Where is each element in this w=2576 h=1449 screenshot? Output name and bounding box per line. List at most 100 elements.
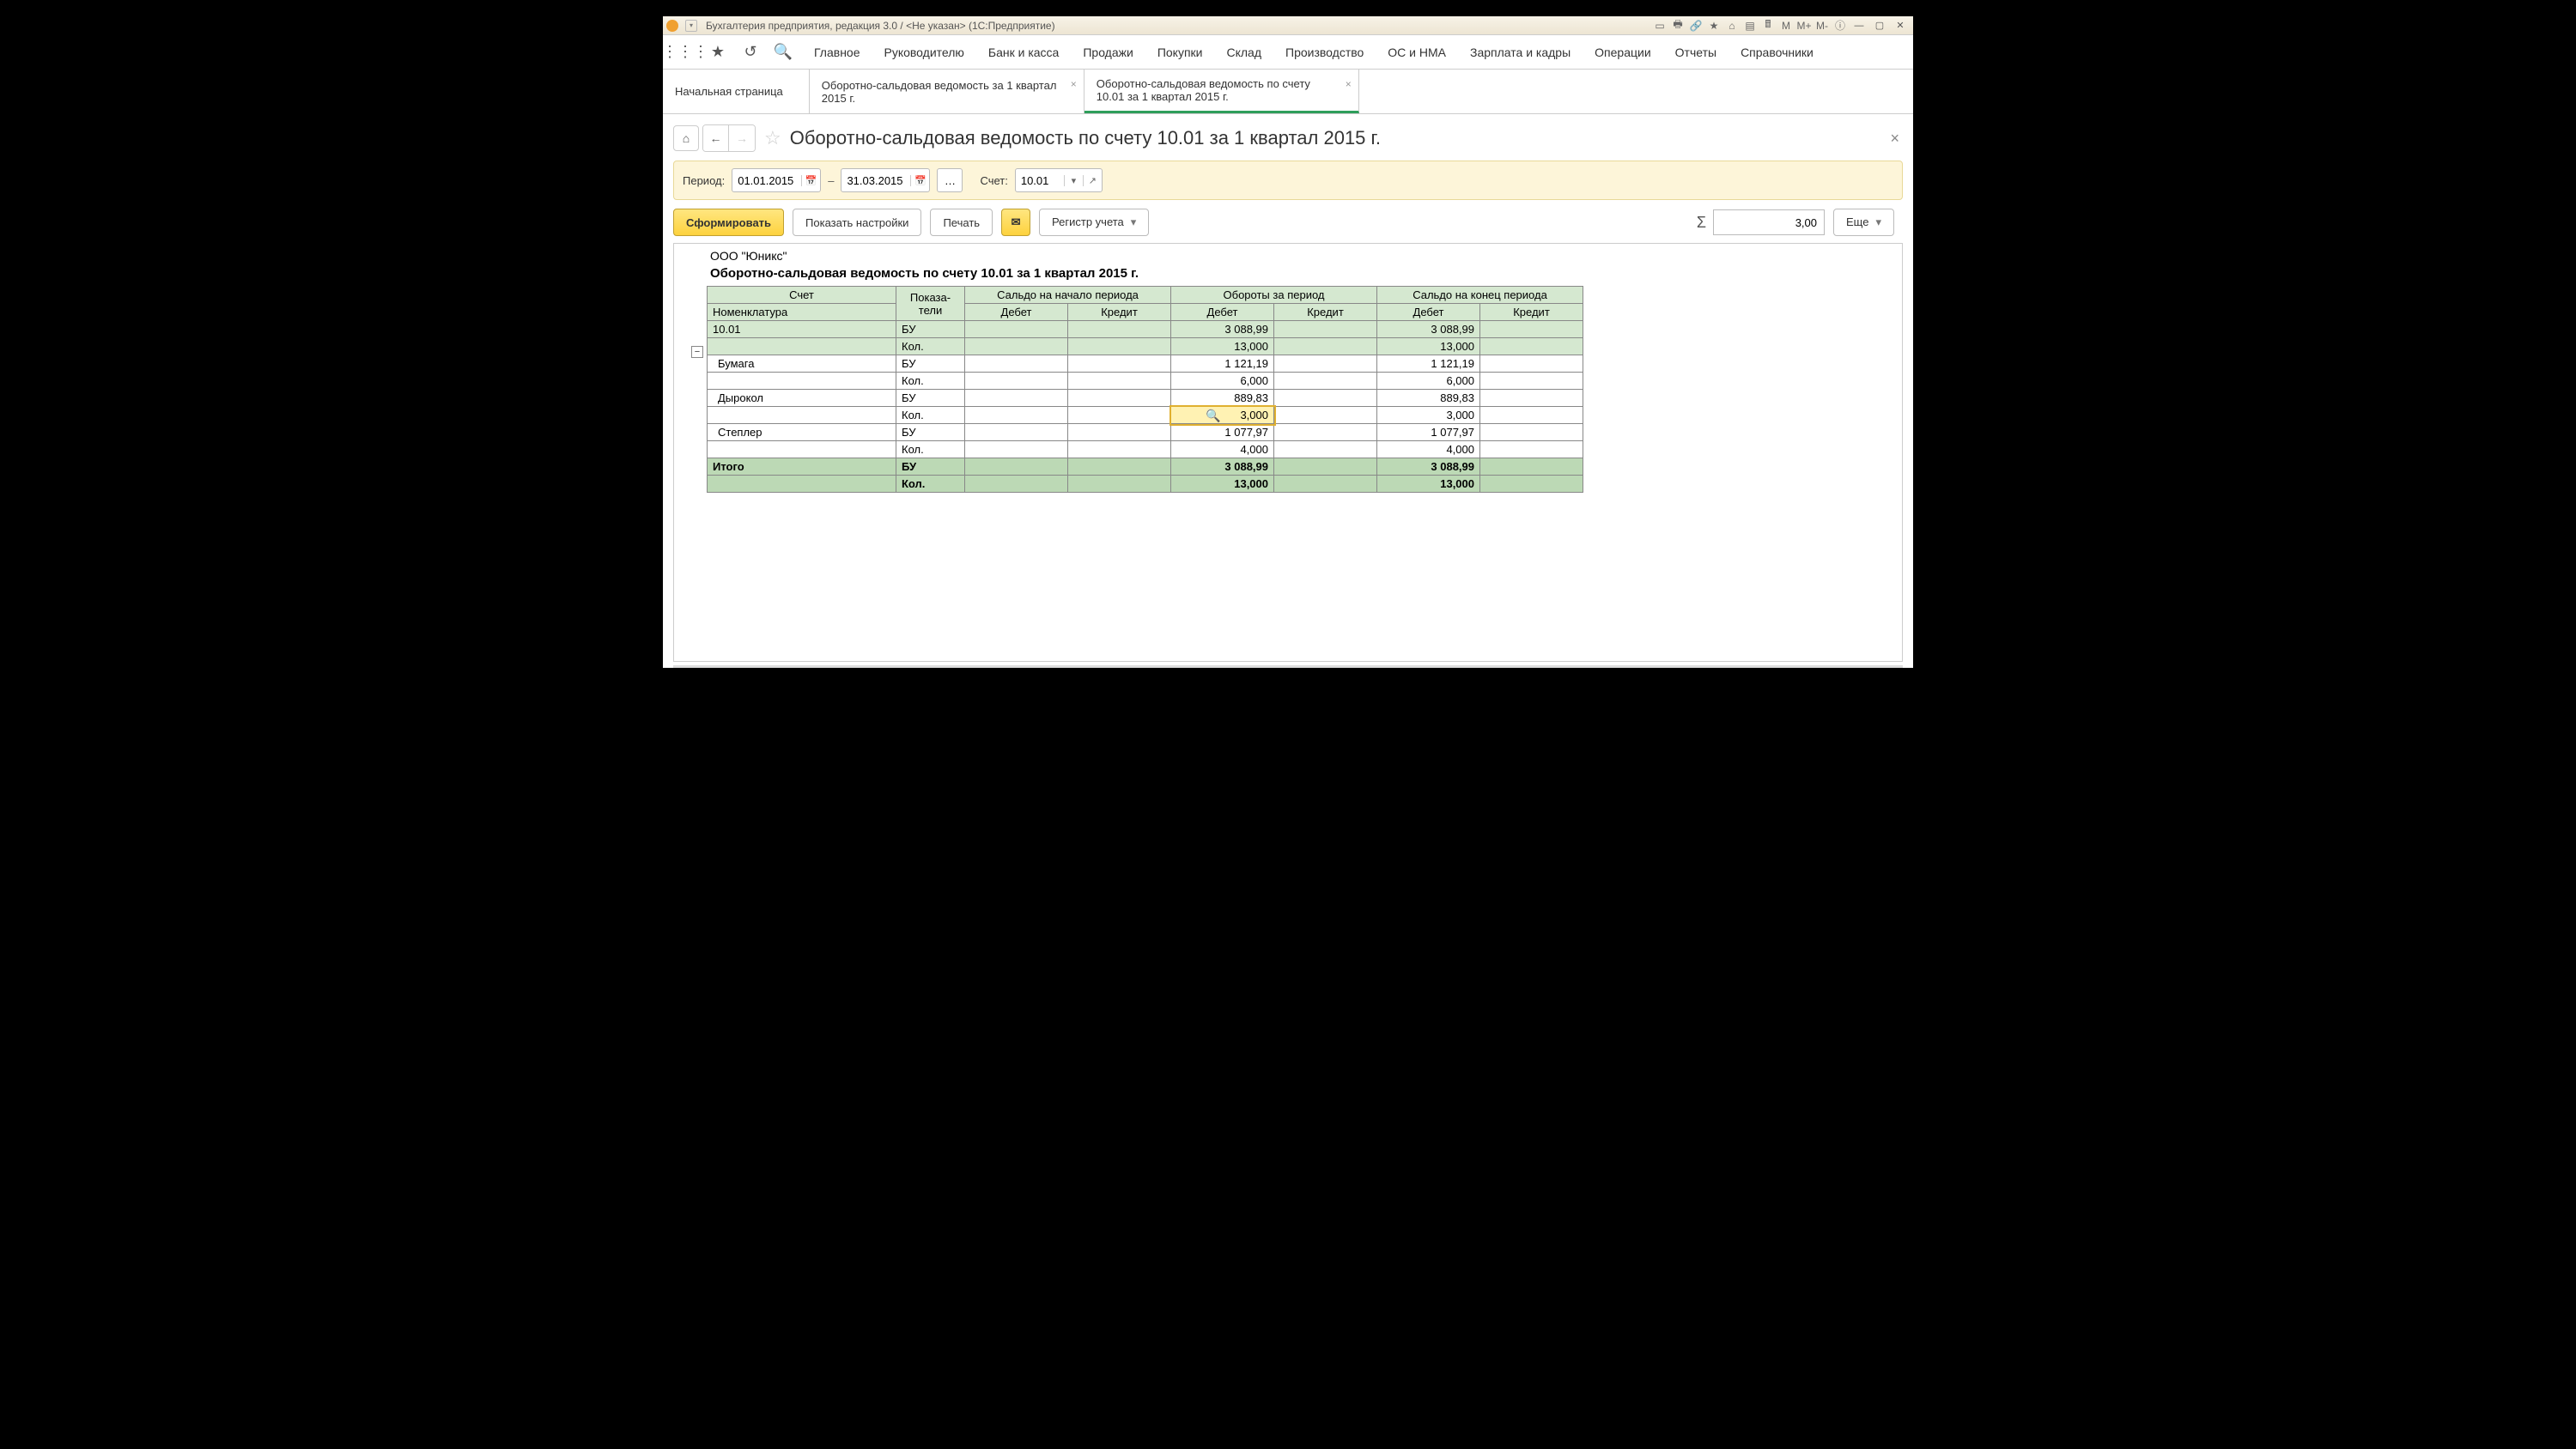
th-credit: Кредит bbox=[1274, 304, 1377, 321]
row-account-1001-qty[interactable]: Кол. 13,000 13,000 bbox=[708, 338, 1583, 355]
toolbar-icon-3[interactable]: 🔗 bbox=[1688, 19, 1704, 33]
forward-button[interactable]: → bbox=[729, 125, 755, 151]
app-menu-dropdown[interactable]: ▾ bbox=[685, 20, 697, 32]
th-end: Сальдо на конец периода bbox=[1377, 287, 1583, 304]
th-indicators: Показа- тели bbox=[896, 287, 965, 321]
minimize-button[interactable]: — bbox=[1850, 19, 1868, 33]
calendar-icon[interactable]: 📅 bbox=[801, 175, 820, 186]
row-dyrokol-qty[interactable]: Кол. 3,000🔍 3,000 bbox=[708, 407, 1583, 424]
nav-purchases[interactable]: Покупки bbox=[1145, 35, 1215, 70]
row-account-1001[interactable]: 10.01БУ 3 088,99 3 088,99 bbox=[708, 321, 1583, 338]
row-total[interactable]: ИтогоБУ 3 088,99 3 088,99 bbox=[708, 458, 1583, 476]
close-icon[interactable]: × bbox=[1071, 78, 1077, 90]
row-dyrokol[interactable]: ДыроколБУ 889,83 889,83 bbox=[708, 390, 1583, 407]
show-settings-button[interactable]: Показать настройки bbox=[793, 209, 921, 236]
row-stepler[interactable]: СтеплерБУ 1 077,97 1 077,97 bbox=[708, 424, 1583, 441]
row-bumaga-qty[interactable]: Кол. 6,000 6,000 bbox=[708, 373, 1583, 390]
toolbar-icon-5[interactable]: ⌂ bbox=[1724, 19, 1740, 33]
th-debit: Дебет bbox=[965, 304, 1068, 321]
th-nomenclature: Номенклатура bbox=[708, 304, 896, 321]
nav-assets[interactable]: ОС и НМА bbox=[1376, 35, 1458, 70]
toolbar-mplus[interactable]: М+ bbox=[1796, 19, 1812, 33]
nav-directories[interactable]: Справочники bbox=[1728, 35, 1826, 70]
favorite-icon[interactable]: ☆ bbox=[764, 127, 781, 149]
nav-sales[interactable]: Продажи bbox=[1071, 35, 1145, 70]
tab-report-2[interactable]: Оборотно-сальдовая ведомость по счету 10… bbox=[1084, 70, 1359, 113]
print-button[interactable]: Печать bbox=[930, 209, 993, 236]
period-bar: Период: 📅 – 📅 … Счет: ▾ ↗ bbox=[673, 161, 1903, 200]
th-debit: Дебет bbox=[1377, 304, 1480, 321]
close-icon[interactable]: × bbox=[1346, 78, 1352, 90]
sum-field[interactable] bbox=[1713, 209, 1825, 235]
tab-report-1[interactable]: Оборотно-сальдовая ведомость за 1 кварта… bbox=[810, 70, 1084, 113]
info-icon[interactable]: ⓘ bbox=[1832, 19, 1848, 33]
calendar-icon[interactable]: 📅 bbox=[910, 175, 929, 186]
th-debit: Дебет bbox=[1171, 304, 1274, 321]
nav-production[interactable]: Производство bbox=[1273, 35, 1376, 70]
close-window-button[interactable]: ✕ bbox=[1891, 19, 1910, 33]
drill-cursor-icon: 🔍 bbox=[1206, 409, 1220, 423]
title-bar: ▾ Бухгалтерия предприятия, редакция 3.0 … bbox=[663, 16, 1913, 35]
period-from-input[interactable] bbox=[732, 174, 801, 187]
app-icon bbox=[666, 20, 678, 32]
nav-operations[interactable]: Операции bbox=[1583, 35, 1663, 70]
toolbar-icon-7[interactable]: 🖩 bbox=[1760, 19, 1776, 33]
maximize-button[interactable]: ▢ bbox=[1870, 19, 1889, 33]
action-bar: Сформировать Показать настройки Печать ✉… bbox=[673, 209, 1903, 236]
row-bumaga[interactable]: БумагаБУ 1 121,19 1 121,19 bbox=[708, 355, 1583, 373]
account-input[interactable] bbox=[1016, 174, 1064, 187]
row-total-qty[interactable]: Кол. 13,000 13,000 bbox=[708, 476, 1583, 493]
toolbar-icon-4[interactable]: ★ bbox=[1706, 19, 1722, 33]
toolbar-mminus[interactable]: М- bbox=[1814, 19, 1830, 33]
th-start: Сальдо на начало периода bbox=[965, 287, 1171, 304]
company-name: ООО "Юникс" bbox=[677, 247, 1899, 264]
toolbar-icon-2[interactable]: 🖶 bbox=[1670, 19, 1686, 33]
nav-bank[interactable]: Банк и касса bbox=[976, 35, 1071, 70]
nav-salary[interactable]: Зарплата и кадры bbox=[1458, 35, 1583, 70]
selected-cell[interactable]: 3,000🔍 bbox=[1171, 407, 1274, 424]
report-table[interactable]: Счет Показа- тели Сальдо на начало перио… bbox=[707, 286, 1583, 493]
tab-report-2-label: Оборотно-сальдовая ведомость по счету 10… bbox=[1097, 77, 1333, 103]
tab-bar: Начальная страница Оборотно-сальдовая ве… bbox=[663, 70, 1913, 114]
close-page-button[interactable]: × bbox=[1886, 126, 1903, 151]
th-credit: Кредит bbox=[1068, 304, 1171, 321]
generate-button[interactable]: Сформировать bbox=[673, 209, 784, 236]
page-header: ⌂ ← → ☆ Оборотно-сальдовая ведомость по … bbox=[673, 124, 1903, 152]
period-to-field[interactable]: 📅 bbox=[841, 168, 930, 192]
row-stepler-qty[interactable]: Кол. 4,000 4,000 bbox=[708, 441, 1583, 458]
report-area[interactable]: ООО "Юникс" Оборотно-сальдовая ведомость… bbox=[673, 243, 1903, 662]
th-turnover: Обороты за период bbox=[1171, 287, 1377, 304]
back-button[interactable]: ← bbox=[703, 125, 729, 151]
account-label: Счет: bbox=[980, 174, 1007, 187]
home-button[interactable]: ⌂ bbox=[673, 125, 699, 151]
main-toolbar: ⋮⋮⋮ ★ ↺ 🔍 Главное Руководителю Банк и ка… bbox=[663, 35, 1913, 70]
account-field[interactable]: ▾ ↗ bbox=[1015, 168, 1103, 192]
star-icon[interactable]: ★ bbox=[704, 39, 732, 66]
period-to-input[interactable] bbox=[841, 174, 910, 187]
collapse-toggle[interactable]: − bbox=[691, 346, 703, 358]
period-picker-button[interactable]: … bbox=[937, 168, 963, 192]
nav-manager[interactable]: Руководителю bbox=[872, 35, 976, 70]
more-button[interactable]: Еще bbox=[1833, 209, 1894, 236]
tab-home[interactable]: Начальная страница bbox=[663, 70, 810, 113]
nav-warehouse[interactable]: Склад bbox=[1214, 35, 1273, 70]
report-title: Оборотно-сальдовая ведомость по счету 10… bbox=[677, 264, 1899, 286]
chevron-down-icon[interactable]: ▾ bbox=[1064, 175, 1083, 186]
toolbar-icon-1[interactable]: ▭ bbox=[1652, 19, 1668, 33]
history-icon[interactable]: ↺ bbox=[737, 39, 764, 66]
th-credit: Кредит bbox=[1480, 304, 1583, 321]
nav-reports[interactable]: Отчеты bbox=[1663, 35, 1728, 70]
tab-home-label: Начальная страница bbox=[675, 85, 783, 98]
apps-icon[interactable]: ⋮⋮⋮ bbox=[671, 39, 699, 66]
open-icon[interactable]: ↗ bbox=[1083, 175, 1102, 186]
toolbar-m[interactable]: М bbox=[1778, 19, 1794, 33]
nav-main[interactable]: Главное bbox=[802, 35, 872, 70]
period-from-field[interactable]: 📅 bbox=[732, 168, 821, 192]
tab-report-1-label: Оборотно-сальдовая ведомость за 1 кварта… bbox=[822, 79, 1058, 105]
email-button[interactable]: ✉ bbox=[1001, 209, 1030, 236]
toolbar-icon-6[interactable]: ▤ bbox=[1742, 19, 1758, 33]
sigma-icon: Σ bbox=[1697, 214, 1706, 232]
register-button[interactable]: Регистр учета bbox=[1039, 209, 1149, 236]
search-icon[interactable]: 🔍 bbox=[769, 39, 797, 66]
period-label: Период: bbox=[683, 174, 725, 187]
